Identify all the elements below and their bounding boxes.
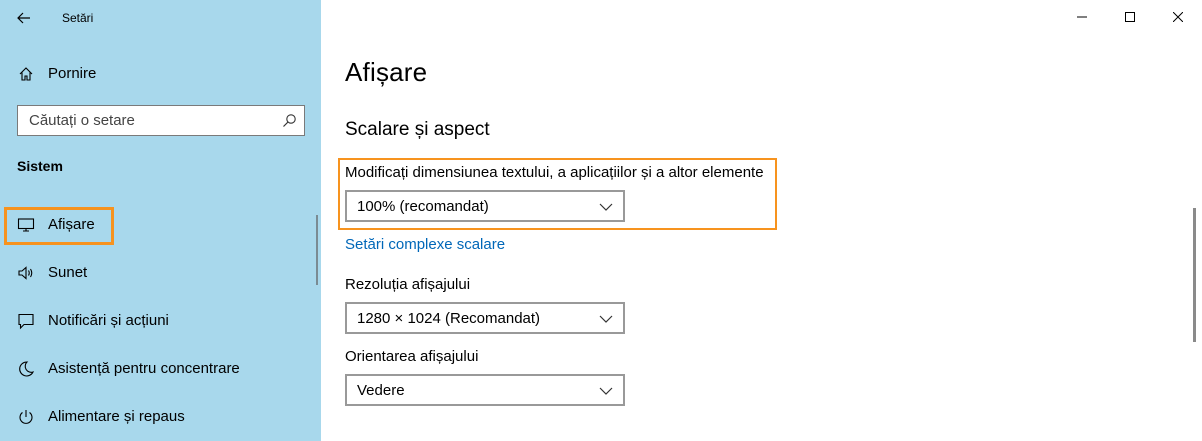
minimize-button[interactable] [1058, 0, 1106, 34]
resolution-dropdown[interactable]: 1280 × 1024 (Recomandat) [345, 302, 625, 334]
sidebar-home-label: Pornire [48, 65, 97, 82]
sidebar-item-label: Alimentare și repaus [48, 408, 185, 425]
sidebar-item-display[interactable]: Afișare [0, 202, 321, 246]
power-icon [19, 410, 33, 424]
monitor-icon [17, 218, 35, 232]
search-input[interactable] [18, 106, 278, 135]
chevron-down-icon [599, 203, 613, 211]
search-icon[interactable] [282, 113, 297, 128]
scale-dropdown[interactable]: 100% (recomandat) [345, 190, 625, 222]
scale-label: Modificați dimensiunea textului, a aplic… [345, 164, 764, 181]
page-title: Afișare [345, 57, 428, 87]
maximize-icon [1125, 12, 1135, 22]
sidebar-item-label: Afișare [48, 216, 95, 233]
window-controls [1058, 0, 1202, 34]
window-title: Setări [62, 11, 94, 25]
notification-icon [18, 313, 34, 330]
main-scrollbar[interactable] [1193, 208, 1196, 342]
chevron-down-icon [599, 315, 613, 323]
speaker-icon [18, 266, 33, 280]
back-arrow-icon [17, 12, 30, 24]
orientation-label: Orientarea afișajului [345, 348, 479, 365]
sidebar-item-focus-assist[interactable]: Asistență pentru concentrare [0, 346, 321, 390]
close-icon [1173, 12, 1183, 22]
scale-section-heading: Scalare și aspect [345, 119, 490, 140]
sidebar-item-label: Asistență pentru concentrare [48, 360, 240, 377]
search-box[interactable] [17, 105, 305, 136]
resolution-label: Rezoluția afișajului [345, 276, 471, 293]
sidebar-item-notifications[interactable]: Notificări și acțiuni [0, 298, 321, 342]
minimize-icon [1077, 16, 1087, 18]
sidebar: Setări Pornire Sistem Afișare [0, 0, 321, 441]
scale-dropdown-value: 100% (recomandat) [357, 198, 489, 215]
orientation-dropdown-value: Vedere [357, 382, 405, 399]
main-content: Afișare Scalare și aspect Modificați dim… [321, 0, 1202, 441]
orientation-dropdown[interactable]: Vedere [345, 374, 625, 406]
sidebar-section-heading: Sistem [17, 158, 63, 174]
sidebar-item-label: Sunet [48, 264, 88, 281]
titlebar: Setări [0, 0, 321, 36]
sidebar-item-label: Notificări și acțiuni [48, 312, 169, 329]
back-button[interactable] [10, 6, 38, 30]
sidebar-item-power[interactable]: Alimentare și repaus [0, 394, 321, 438]
sidebar-scrollbar[interactable] [316, 215, 318, 285]
advanced-scaling-link[interactable]: Setări complexe scalare [345, 236, 505, 253]
sidebar-home[interactable]: Pornire [0, 58, 321, 90]
resolution-dropdown-value: 1280 × 1024 (Recomandat) [357, 310, 541, 327]
sidebar-item-sound[interactable]: Sunet [0, 250, 321, 294]
maximize-button[interactable] [1106, 0, 1154, 34]
chevron-down-icon [599, 387, 613, 395]
home-icon [19, 67, 33, 81]
close-button[interactable] [1154, 0, 1202, 34]
moon-icon [19, 361, 35, 377]
